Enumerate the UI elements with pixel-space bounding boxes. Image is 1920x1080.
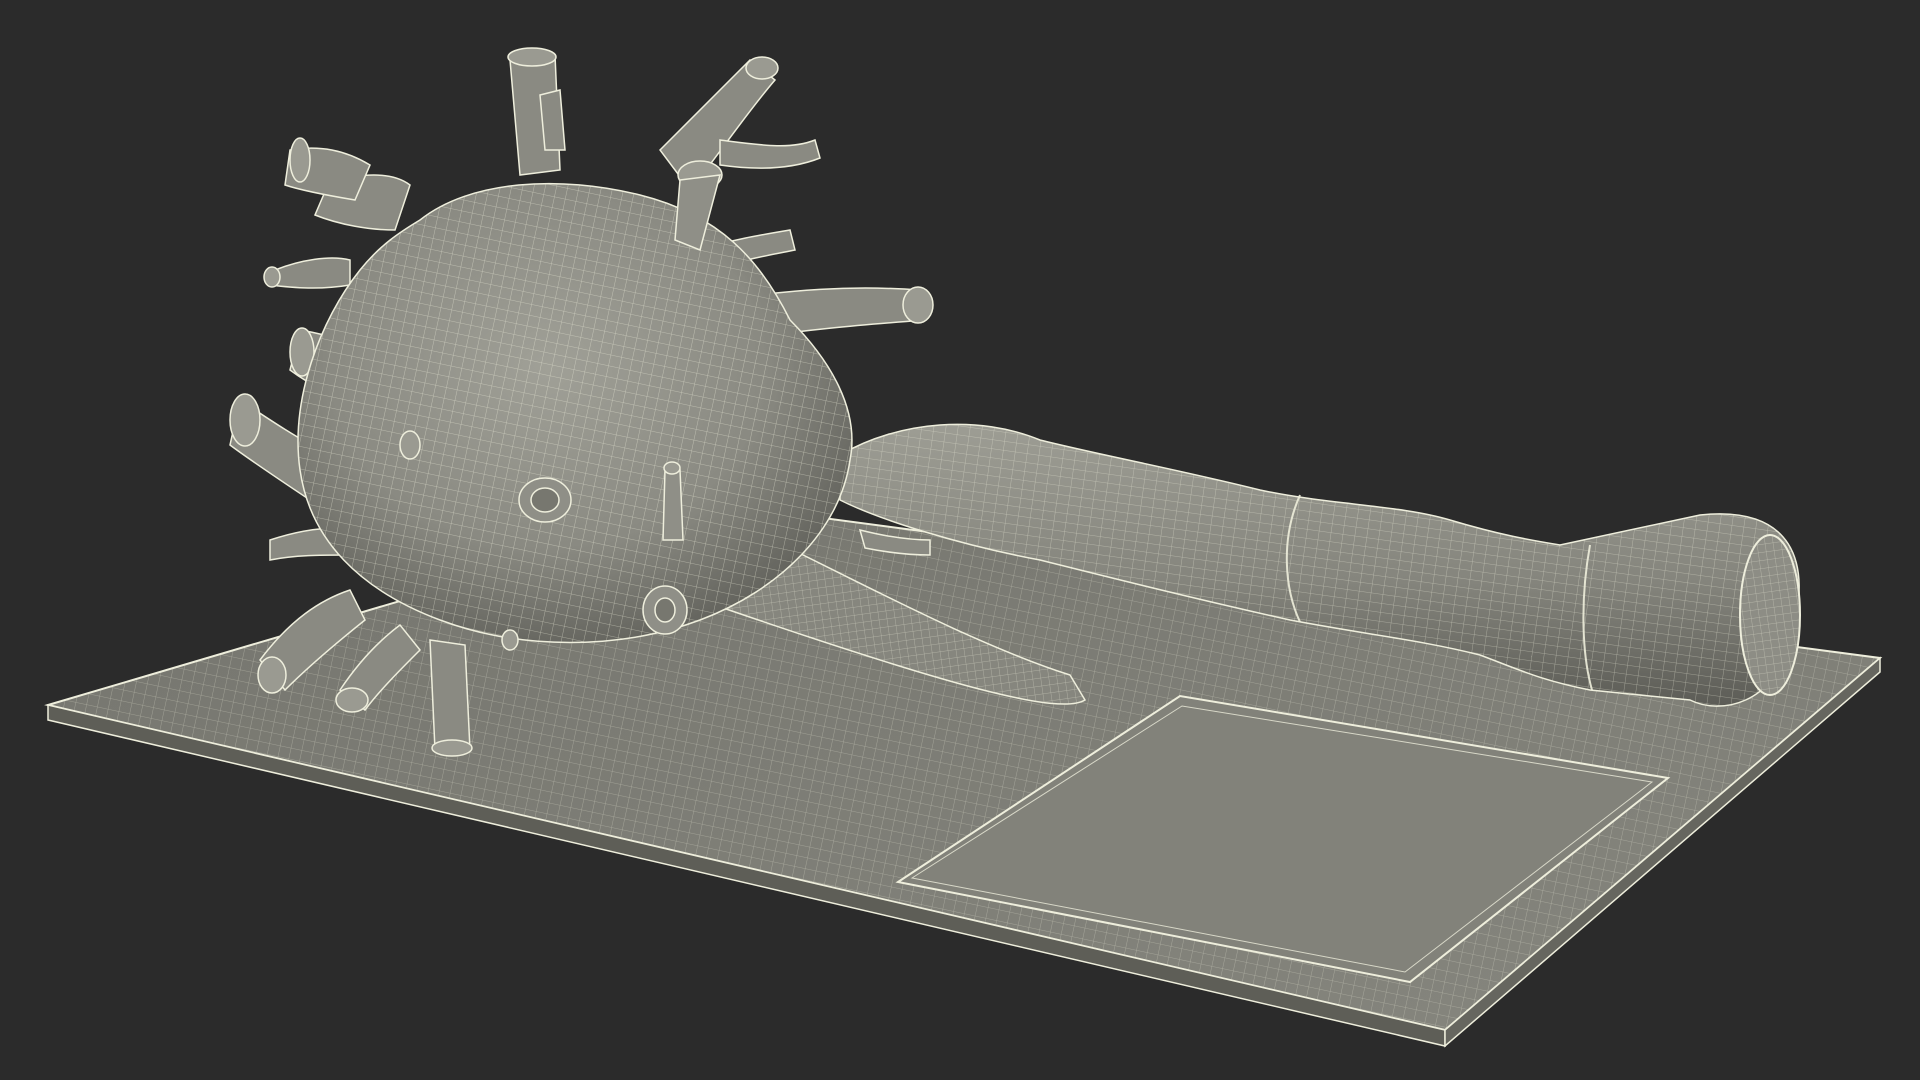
neuron-wireframe-render xyxy=(44,47,1883,1048)
